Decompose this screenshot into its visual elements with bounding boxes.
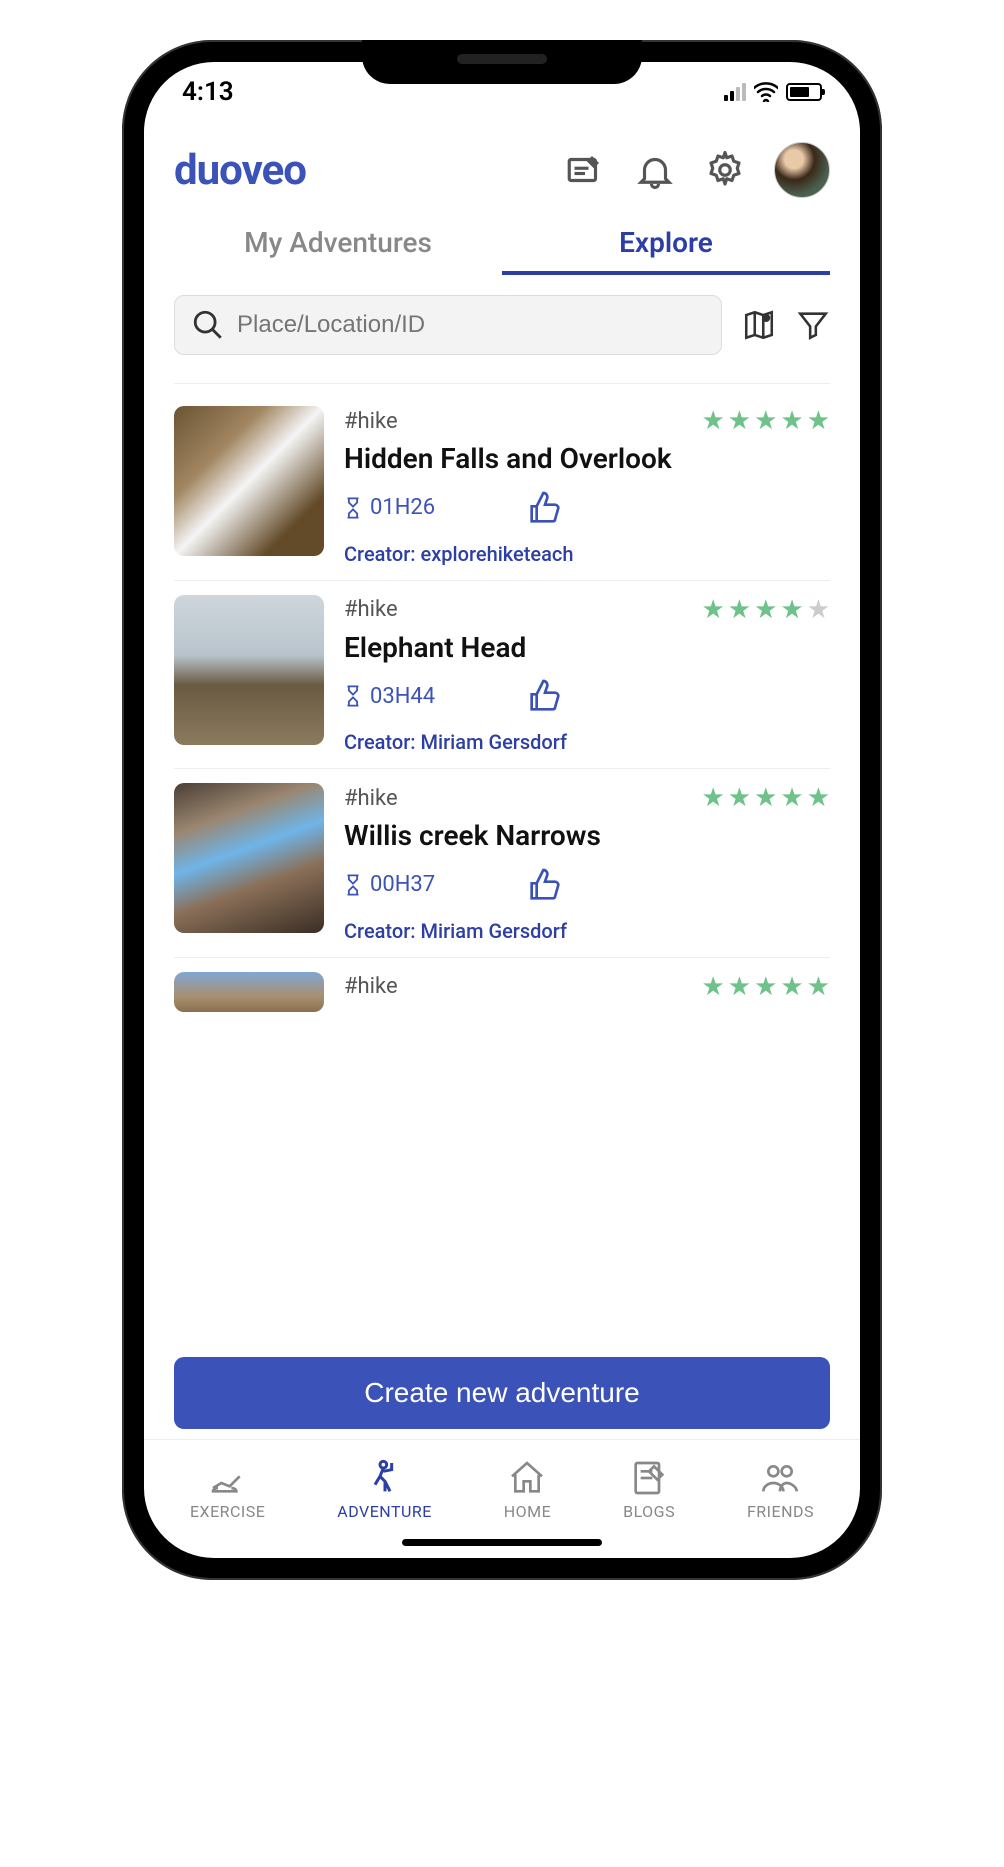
filter-icon[interactable] bbox=[796, 308, 830, 342]
blogs-icon bbox=[629, 1458, 669, 1498]
thumbs-up-icon[interactable] bbox=[525, 676, 565, 716]
divider bbox=[174, 383, 830, 384]
list-item[interactable]: #hike ★★★★★ Elephant Head 03H44 Creator bbox=[174, 581, 830, 770]
compose-icon[interactable] bbox=[564, 149, 606, 191]
app-header: duoveo bbox=[144, 122, 860, 208]
item-title: Elephant Head bbox=[344, 631, 830, 665]
item-tag: #hike bbox=[344, 597, 398, 622]
avatar[interactable] bbox=[774, 142, 830, 198]
item-tag: #hike bbox=[344, 786, 398, 811]
nav-label: HOME bbox=[504, 1502, 551, 1521]
item-rating: ★★★★★ bbox=[701, 972, 830, 1002]
wifi-icon bbox=[754, 82, 778, 102]
item-rating: ★★★★★ bbox=[701, 406, 830, 436]
nav-label: FRIENDS bbox=[747, 1502, 814, 1521]
item-body: #hike ★★★★★ Willis creek Narrows 00H37 bbox=[344, 783, 830, 943]
friends-icon bbox=[760, 1458, 800, 1498]
nav-home[interactable]: HOME bbox=[504, 1458, 551, 1521]
thumbs-up-icon[interactable] bbox=[525, 488, 565, 528]
nav-label: ADVENTURE bbox=[337, 1502, 432, 1521]
item-rating: ★★★★★ bbox=[701, 595, 830, 625]
item-thumbnail bbox=[174, 783, 324, 933]
screen: 4:13 duoveo My Adventures Explore bbox=[144, 62, 860, 1558]
item-title: Willis creek Narrows bbox=[344, 819, 830, 853]
search-input[interactable] bbox=[237, 311, 705, 339]
item-duration: 01H26 bbox=[344, 495, 435, 520]
phone-frame: 4:13 duoveo My Adventures Explore bbox=[122, 40, 882, 1580]
create-adventure-button[interactable]: Create new adventure bbox=[174, 1357, 830, 1429]
nav-friends[interactable]: FRIENDS bbox=[747, 1458, 814, 1521]
item-tag: #hike bbox=[344, 409, 398, 434]
search-row bbox=[144, 275, 860, 375]
hourglass-icon bbox=[344, 685, 362, 707]
tabs: My Adventures Explore bbox=[174, 226, 830, 275]
nav-exercise[interactable]: EXERCISE bbox=[190, 1458, 265, 1521]
bell-icon[interactable] bbox=[634, 149, 676, 191]
item-body: #hike ★★★★★ bbox=[344, 972, 830, 1012]
status-right bbox=[724, 82, 822, 102]
item-duration: 03H44 bbox=[344, 684, 435, 709]
tab-my-adventures[interactable]: My Adventures bbox=[174, 226, 502, 275]
bottom-nav: EXERCISE ADVENTURE HOME BLOGS FRIENDS bbox=[144, 1439, 860, 1531]
item-creator[interactable]: Creator: Miriam Gersdorf bbox=[344, 730, 830, 754]
battery-icon bbox=[786, 83, 822, 101]
list-item[interactable]: #hike ★★★★★ Hidden Falls and Overlook 01… bbox=[174, 392, 830, 581]
notch bbox=[362, 40, 642, 84]
item-tag: #hike bbox=[344, 974, 398, 999]
exercise-icon bbox=[208, 1458, 248, 1498]
item-creator[interactable]: Creator: explorehiketeach bbox=[344, 542, 830, 566]
item-creator[interactable]: Creator: Miriam Gersdorf bbox=[344, 919, 830, 943]
item-thumbnail bbox=[174, 972, 324, 1012]
map-icon[interactable] bbox=[742, 308, 776, 342]
home-icon bbox=[507, 1458, 547, 1498]
list-item[interactable]: #hike ★★★★★ bbox=[174, 958, 830, 1012]
item-rating: ★★★★★ bbox=[701, 783, 830, 813]
app-logo: duoveo bbox=[174, 146, 306, 195]
cta-wrap: Create new adventure bbox=[144, 1341, 860, 1439]
adventure-icon bbox=[365, 1458, 405, 1498]
item-thumbnail bbox=[174, 406, 324, 556]
list-item[interactable]: #hike ★★★★★ Willis creek Narrows 00H37 bbox=[174, 769, 830, 958]
thumbs-up-icon[interactable] bbox=[525, 865, 565, 905]
home-indicator[interactable] bbox=[402, 1539, 602, 1546]
item-body: #hike ★★★★★ Elephant Head 03H44 Creator bbox=[344, 595, 830, 755]
gear-icon[interactable] bbox=[704, 149, 746, 191]
signal-icon bbox=[724, 83, 746, 101]
status-time: 4:13 bbox=[182, 77, 234, 107]
adventure-list[interactable]: #hike ★★★★★ Hidden Falls and Overlook 01… bbox=[144, 375, 860, 1341]
search-box[interactable] bbox=[174, 295, 722, 355]
item-title: Hidden Falls and Overlook bbox=[344, 442, 830, 476]
search-icon bbox=[191, 308, 225, 342]
header-icons bbox=[564, 142, 830, 198]
item-duration: 00H37 bbox=[344, 872, 435, 897]
nav-adventure[interactable]: ADVENTURE bbox=[337, 1458, 432, 1521]
tab-explore[interactable]: Explore bbox=[502, 226, 830, 275]
item-body: #hike ★★★★★ Hidden Falls and Overlook 01… bbox=[344, 406, 830, 566]
nav-label: EXERCISE bbox=[190, 1502, 265, 1521]
item-thumbnail bbox=[174, 595, 324, 745]
nav-label: BLOGS bbox=[623, 1502, 675, 1521]
nav-blogs[interactable]: BLOGS bbox=[623, 1458, 675, 1521]
hourglass-icon bbox=[344, 874, 362, 896]
hourglass-icon bbox=[344, 497, 362, 519]
